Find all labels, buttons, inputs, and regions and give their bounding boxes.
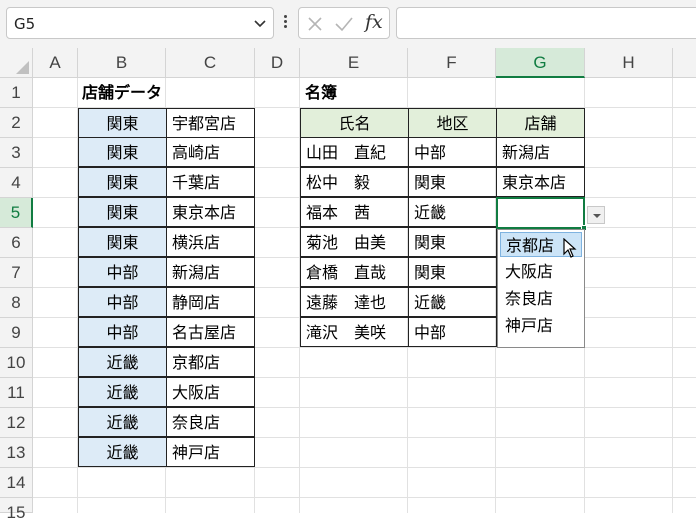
column-header-a[interactable]: A [33,48,78,78]
store-region-cell[interactable]: 近畿 [78,377,167,407]
row-header-10[interactable]: 10 [0,348,33,378]
roster-name-cell[interactable]: 松中 毅 [300,167,409,197]
roster-region-cell[interactable]: 中部 [408,317,497,347]
store-name-cell[interactable]: 名古屋店 [166,317,255,347]
dropdown-option[interactable]: 大阪店 [500,259,582,284]
chevron-down-icon[interactable] [253,16,267,30]
row-header-12[interactable]: 12 [0,408,33,438]
store-region-cell[interactable]: 近畿 [78,407,167,437]
enter-check-icon[interactable] [334,16,354,32]
row-header-8[interactable]: 8 [0,288,33,318]
row-header-6[interactable]: 6 [0,228,33,258]
column-header-f[interactable]: F [408,48,496,78]
store-name-cell[interactable]: 京都店 [166,347,255,377]
roster-region-cell[interactable]: 関東 [408,227,497,257]
formula-input[interactable] [396,7,696,39]
select-all-button[interactable] [0,48,33,78]
name-box[interactable]: G5 [6,7,274,39]
roster-header-region[interactable]: 地区 [408,108,497,138]
store-region-cell[interactable]: 関東 [78,137,167,167]
store-region-cell[interactable]: 中部 [78,317,167,347]
store-region-cell[interactable]: 中部 [78,257,167,287]
column-header-c[interactable]: C [166,48,255,78]
roster-region-cell[interactable]: 関東 [408,167,497,197]
row-header-4[interactable]: 4 [0,168,33,198]
store-region-cell[interactable]: 関東 [78,197,167,227]
column-header-h[interactable]: H [585,48,673,78]
dropdown-option[interactable]: 神戸店 [500,313,582,338]
store-name-cell[interactable]: 奈良店 [166,407,255,437]
active-cell-g5[interactable] [496,197,587,231]
column-header-d[interactable]: D [255,48,300,78]
column-header-b[interactable]: B [78,48,166,78]
formula-bar: G5 fx [0,0,696,48]
row-header-7[interactable]: 7 [0,258,33,288]
row-header-15[interactable]: 15 [0,498,33,522]
store-name-cell[interactable]: 高崎店 [166,137,255,167]
roster-name-cell[interactable]: 菊池 由美 [300,227,409,257]
store-region-cell[interactable]: 関東 [78,227,167,257]
roster-name-cell[interactable]: 山田 直紀 [300,137,409,167]
store-table-title: 店舗データ [82,83,163,102]
roster-region-cell[interactable]: 近畿 [408,197,497,227]
row-header-14[interactable]: 14 [0,468,33,498]
store-name-cell[interactable]: 神戸店 [166,437,255,467]
row-header-1[interactable]: 1 [0,78,33,108]
roster-store-cell[interactable]: 新潟店 [496,137,585,167]
roster-name-cell[interactable]: 倉橋 直哉 [300,257,409,287]
formula-buttons: fx [298,7,390,39]
more-options-icon[interactable] [281,13,289,33]
store-name-cell[interactable]: 横浜店 [166,227,255,257]
store-region-cell[interactable]: 近畿 [78,437,167,467]
roster-name-cell[interactable]: 福本 茜 [300,197,409,227]
mouse-pointer-icon [563,238,577,258]
roster-name-cell[interactable]: 遠藤 達也 [300,287,409,317]
row-header-2[interactable]: 2 [0,108,33,138]
roster-region-cell[interactable]: 近畿 [408,287,497,317]
dropdown-option[interactable]: 奈良店 [500,286,582,311]
insert-function-icon[interactable]: fx [365,11,383,33]
row-header-9[interactable]: 9 [0,318,33,348]
column-header-e[interactable]: E [300,48,408,78]
roster-header-store[interactable]: 店舗 [496,108,585,138]
roster-store-cell[interactable]: 東京本店 [496,167,585,197]
column-header-overflow[interactable] [673,48,696,78]
name-box-value: G5 [14,15,36,33]
row-header-13[interactable]: 13 [0,438,33,468]
roster-region-cell[interactable]: 中部 [408,137,497,167]
dropdown-arrow-icon [593,214,601,218]
store-region-cell[interactable]: 関東 [78,167,167,197]
validation-dropdown-button[interactable] [587,206,605,224]
roster-name-cell[interactable]: 滝沢 美咲 [300,317,409,347]
store-region-cell[interactable]: 中部 [78,287,167,317]
row-header-3[interactable]: 3 [0,138,33,168]
roster-region-cell[interactable]: 関東 [408,257,497,287]
store-name-cell[interactable]: 宇都宮店 [166,108,255,138]
roster-header-name[interactable]: 氏名 [300,108,409,138]
store-region-cell[interactable]: 近畿 [78,347,167,377]
store-name-cell[interactable]: 東京本店 [166,197,255,227]
row-header-5[interactable]: 5 [0,198,33,228]
store-name-cell[interactable]: 新潟店 [166,257,255,287]
roster-title: 名簿 [305,83,338,102]
row-header-11[interactable]: 11 [0,378,33,408]
store-region-cell[interactable]: 関東 [78,108,167,138]
column-header-g[interactable]: G [496,48,585,78]
store-name-cell[interactable]: 大阪店 [166,377,255,407]
cancel-icon[interactable] [307,16,323,32]
store-name-cell[interactable]: 静岡店 [166,287,255,317]
store-name-cell[interactable]: 千葉店 [166,167,255,197]
